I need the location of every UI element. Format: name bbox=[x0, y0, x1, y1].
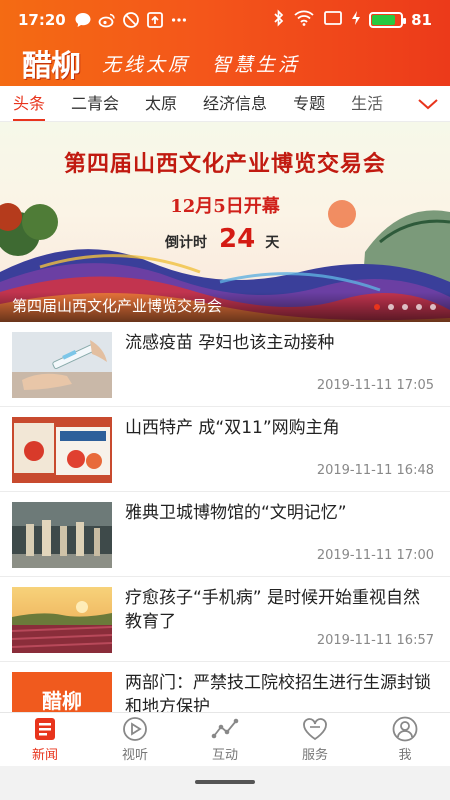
more-dots-icon bbox=[170, 11, 188, 29]
slogan-1: 无线太原 bbox=[102, 53, 191, 76]
countdown-prefix: 倒计时 bbox=[165, 235, 207, 251]
tabs-expand-button[interactable] bbox=[406, 86, 450, 121]
news-title: 流感疫苗 孕妇也该主动接种 bbox=[125, 333, 335, 353]
status-time: 17:20 bbox=[18, 11, 66, 29]
news-list: 流感疫苗 孕妇也该主动接种 2019-11-11 17:05 山西特产 成“双1… bbox=[0, 322, 450, 712]
interaction-icon bbox=[211, 718, 239, 739]
profile-icon bbox=[392, 716, 418, 742]
chat-icon bbox=[74, 11, 92, 29]
status-bar: 17:20 81 bbox=[0, 0, 450, 40]
news-title: 两部门：严禁技工院校招生进行生源封锁和地方保护 bbox=[125, 673, 431, 712]
brand-bar: 醋柳 无线太原 智慧生活 bbox=[0, 40, 450, 86]
news-item[interactable]: 醋柳 两部门：严禁技工院校招生进行生源封锁和地方保护 bbox=[0, 662, 450, 712]
countdown-number: 24 bbox=[219, 224, 256, 254]
bluetooth-icon bbox=[273, 9, 285, 31]
nav-service[interactable]: 服务 bbox=[270, 713, 360, 766]
nav-news-label: 新闻 bbox=[31, 748, 58, 763]
charging-icon bbox=[351, 9, 361, 31]
tabs-fade bbox=[374, 86, 410, 121]
screen-icon bbox=[323, 9, 343, 31]
news-item[interactable]: 疗愈孩子“手机病” 是时候开始重视自然教育了 2019-11-11 16:57 bbox=[0, 577, 450, 662]
nav-video[interactable]: 视听 bbox=[90, 713, 180, 766]
nav-profile[interactable]: 我 bbox=[360, 713, 450, 766]
nav-news[interactable]: 新闻 bbox=[0, 713, 90, 766]
carousel-dot[interactable] bbox=[430, 304, 436, 310]
news-time: 2019-11-11 16:48 bbox=[316, 463, 434, 478]
carousel-dot[interactable] bbox=[374, 304, 380, 310]
news-time: 2019-11-11 16:57 bbox=[316, 633, 434, 648]
banner-carousel[interactable]: 第四届山西文化产业博览交易会 12月5日开幕 倒计时 24 天 第四届山西文化产… bbox=[0, 122, 450, 322]
nav-video-label: 视听 bbox=[121, 748, 148, 763]
nav-interaction-label: 互动 bbox=[211, 748, 238, 763]
news-time: 2019-11-11 17:00 bbox=[316, 548, 434, 563]
news-item[interactable]: 流感疫苗 孕妇也该主动接种 2019-11-11 17:05 bbox=[0, 322, 450, 407]
bottom-navigation: 新闻 视听 互动 服务 我 bbox=[0, 712, 450, 766]
banner-countdown: 倒计时 24 天 bbox=[165, 224, 279, 254]
heart-icon bbox=[303, 718, 327, 741]
news-thumbnail-products bbox=[12, 417, 112, 483]
channel-tabs: 头条 二青会 太原 经济信息 专题 生活 bbox=[0, 86, 450, 122]
blocked-icon bbox=[122, 11, 140, 29]
carousel-dot[interactable] bbox=[388, 304, 394, 310]
app-logo: 醋柳 bbox=[22, 49, 81, 84]
weibo-icon bbox=[98, 11, 116, 29]
battery-icon bbox=[369, 12, 407, 28]
battery-fill bbox=[372, 15, 395, 25]
nav-interaction[interactable]: 互动 bbox=[180, 713, 270, 766]
news-thumbnail-logo: 醋柳 bbox=[12, 672, 112, 712]
countdown-suffix: 天 bbox=[265, 235, 280, 251]
status-right: 81 bbox=[273, 9, 432, 31]
news-thumbnail-field bbox=[12, 587, 112, 653]
nav-service-label: 服务 bbox=[301, 748, 328, 763]
thumbnail-logo-text: 醋柳 bbox=[42, 689, 82, 712]
chevron-down-icon bbox=[418, 99, 438, 110]
system-gesture-area bbox=[0, 766, 450, 800]
news-time: 2019-11-11 17:05 bbox=[316, 378, 434, 393]
news-thumbnail-vaccine bbox=[12, 332, 112, 398]
banner-title: 第四届山西文化产业博览交易会 bbox=[63, 151, 386, 177]
carousel-dot[interactable] bbox=[402, 304, 408, 310]
battery-percent: 81 bbox=[411, 11, 432, 29]
carousel-dot[interactable] bbox=[416, 304, 422, 310]
app-header: 17:20 81 醋柳 无线太原 智慧生活 bbox=[0, 0, 450, 86]
banner-subtitle: 12月5日开幕 bbox=[170, 196, 280, 217]
carousel-dots bbox=[374, 304, 436, 310]
news-title: 雅典卫城博物馆的“文明记忆” bbox=[125, 503, 347, 523]
news-item[interactable]: 山西特产 成“双11”网购主角 2019-11-11 16:48 bbox=[0, 407, 450, 492]
tab-taiyuan[interactable]: 太原 bbox=[132, 86, 177, 121]
tab-headlines[interactable]: 头条 bbox=[0, 86, 46, 121]
news-icon bbox=[35, 718, 55, 740]
tab-economy[interactable]: 经济信息 bbox=[190, 86, 267, 121]
tab-youth-games[interactable]: 二青会 bbox=[58, 86, 119, 121]
home-indicator[interactable] bbox=[195, 780, 255, 784]
news-item[interactable]: 雅典卫城博物馆的“文明记忆” 2019-11-11 17:00 bbox=[0, 492, 450, 577]
wifi-icon bbox=[293, 9, 315, 31]
tab-topics[interactable]: 专题 bbox=[280, 86, 325, 121]
news-thumbnail-museum bbox=[12, 502, 112, 568]
news-title: 疗愈孩子“手机病” 是时候开始重视自然教育了 bbox=[125, 588, 421, 632]
play-icon bbox=[123, 717, 147, 741]
banner-caption: 第四届山西文化产业博览交易会 bbox=[12, 297, 223, 315]
news-title: 山西特产 成“双11”网购主角 bbox=[125, 418, 340, 438]
nav-profile-label: 我 bbox=[398, 748, 412, 763]
upload-icon bbox=[146, 11, 164, 29]
slogan-2: 智慧生活 bbox=[212, 53, 301, 76]
